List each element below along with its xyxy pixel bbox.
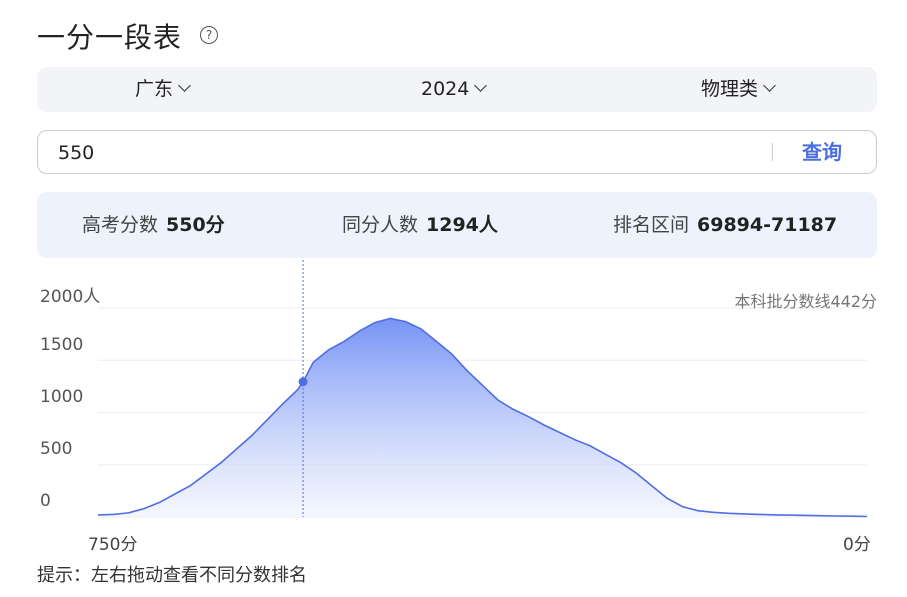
chevron-down-icon xyxy=(178,79,191,92)
score-label: 高考分数 xyxy=(82,214,159,236)
search-divider xyxy=(772,143,773,161)
selected-point xyxy=(298,377,308,387)
score-stat: 高考分数 550分 xyxy=(82,192,225,258)
category-select[interactable]: 物理类 xyxy=(701,67,776,112)
score-value: 550分 xyxy=(166,214,225,236)
distribution-area xyxy=(98,318,867,517)
province-select[interactable]: 广东 xyxy=(135,67,191,112)
y-tick-label: 1000 xyxy=(40,387,84,407)
rank-stat: 排名区间 69894-71187 xyxy=(613,192,837,258)
category-label: 物理类 xyxy=(701,78,759,100)
drag-hint: 提示：左右拖动查看不同分数排名 xyxy=(37,565,307,586)
year-select[interactable]: 2024 xyxy=(421,67,488,112)
search-button[interactable]: 查询 xyxy=(802,131,842,173)
distribution-chart[interactable]: 2000人 1500 1000 500 0 本科批分数线442分 750分 0分 xyxy=(0,258,907,558)
chevron-down-icon xyxy=(474,79,488,92)
search-box: 查询 xyxy=(37,130,877,175)
count-label: 同分人数 xyxy=(342,214,419,236)
y-tick-label: 0 xyxy=(40,491,51,511)
help-icon[interactable]: ? xyxy=(200,26,218,44)
count-value: 1294人 xyxy=(426,214,498,236)
x-label-right: 0分 xyxy=(843,535,871,555)
y-tick-label: 500 xyxy=(40,439,73,459)
rank-label: 排名区间 xyxy=(613,214,690,236)
stats-panel: 高考分数 550分 同分人数 1294人 排名区间 69894-71187 xyxy=(37,192,877,258)
score-input[interactable] xyxy=(56,131,760,175)
rank-value: 69894-71187 xyxy=(697,214,838,236)
x-label-left: 750分 xyxy=(88,535,138,555)
count-stat: 同分人数 1294人 xyxy=(342,192,498,258)
chevron-down-icon xyxy=(763,79,776,92)
y-tick-label: 2000人 xyxy=(40,287,101,307)
page-title: 一分一段表 xyxy=(37,21,183,54)
year-label: 2024 xyxy=(421,78,470,100)
y-tick-label: 1500 xyxy=(40,335,84,355)
province-label: 广东 xyxy=(135,78,174,100)
filter-bar: 广东 2024 物理类 xyxy=(37,67,877,112)
cutoff-label: 本科批分数线442分 xyxy=(734,292,877,311)
